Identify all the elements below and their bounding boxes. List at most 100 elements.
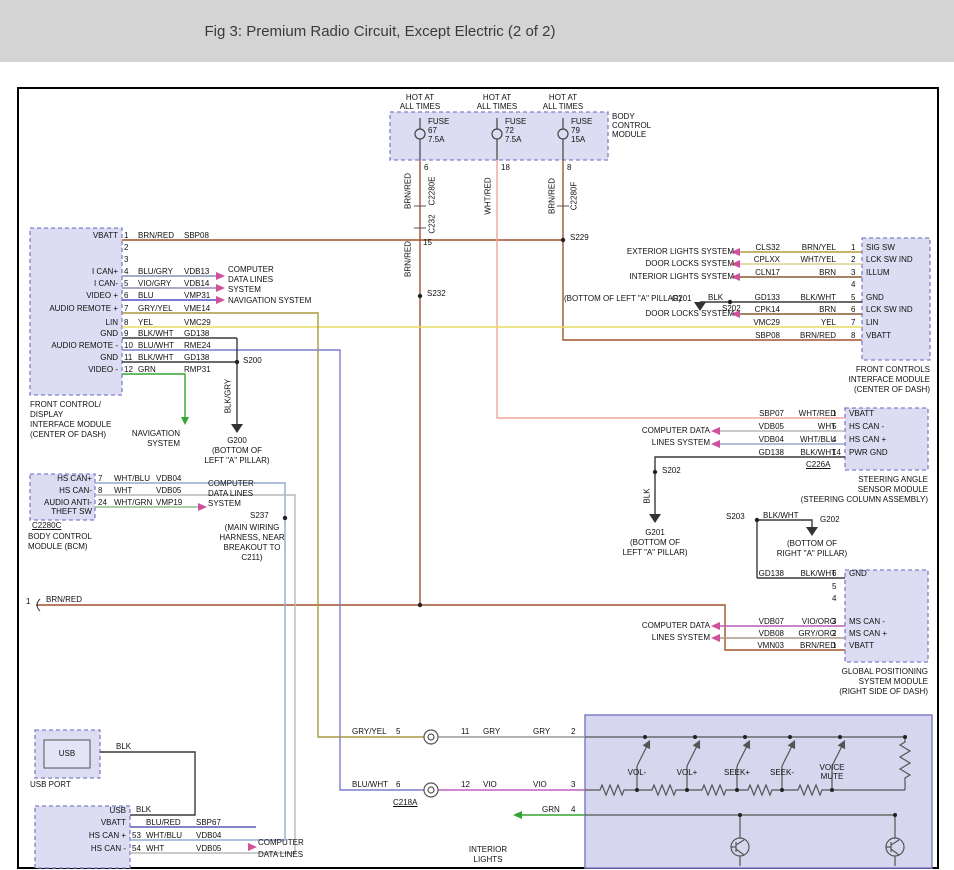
pin-number: 5	[396, 727, 400, 736]
module-caption: GLOBAL POSITIONING	[770, 667, 928, 676]
fuse-rating: 15A	[571, 135, 585, 144]
hot-label: HOT AT	[472, 93, 522, 102]
system-label: COMPUTER DATA	[600, 426, 710, 435]
hot-label: ALL TIMES	[472, 102, 522, 111]
module-caption: SENSOR MODULE	[770, 485, 928, 494]
fuse-number: 67	[428, 126, 437, 135]
splice-label: S202	[722, 304, 741, 313]
system-label: DATA LINES	[228, 275, 273, 284]
wire-color: BRN/RED	[46, 595, 82, 604]
module-caption: STEERING ANGLE	[770, 475, 928, 484]
bcm-pin-label: THEFT SW	[28, 507, 92, 516]
button-label: MUTE	[810, 772, 854, 781]
wire-color: GRN	[542, 805, 560, 814]
module-caption: MODULE (BCM)	[28, 542, 88, 551]
hot-label: HOT AT	[395, 93, 445, 102]
system-label: LIGHTS	[458, 855, 518, 864]
fuse-label: FUSE	[571, 117, 592, 126]
media-hub-box	[35, 806, 130, 868]
ground-location: LEFT "A" PILLAR)	[607, 548, 703, 557]
system-label: DATA LINES	[258, 850, 303, 859]
front-controls-module-box	[862, 238, 930, 360]
pin-number: 18	[501, 163, 510, 172]
ground-location: (BOTTOM OF	[189, 446, 285, 455]
connector-id: C2280E	[428, 177, 437, 206]
fuse-rating: 7.5A	[505, 135, 521, 144]
system-label: COMPUTER	[208, 479, 254, 488]
system-label: SYSTEM	[228, 285, 261, 294]
ground-location: RIGHT "A" PILLAR)	[764, 549, 860, 558]
system-label: EXTERIOR LIGHTS SYSTEM	[600, 247, 734, 256]
wire-color: WHT/RED	[484, 177, 493, 214]
module-caption: (RIGHT SIDE OF DASH)	[770, 687, 928, 696]
pin-number: 6	[424, 163, 428, 172]
module-caption: BODY CONTROL	[28, 532, 92, 541]
system-label: INTERIOR LIGHTS SYSTEM	[600, 272, 734, 281]
system-label: NAVIGATION SYSTEM	[228, 296, 311, 305]
fuse-label: FUSE	[505, 117, 526, 126]
connector-id: C226A	[806, 460, 830, 469]
system-label: DOOR LOCKS SYSTEM	[600, 259, 734, 268]
wire-color: BLK	[643, 488, 652, 503]
pin-number: 12	[461, 780, 470, 789]
button-label: VOL+	[665, 768, 709, 777]
splice-description: BREAKOUT TO	[206, 543, 298, 552]
pin-number: 15	[423, 238, 432, 247]
module-caption: FRONT CONTROL/	[30, 400, 101, 409]
ground-location: (BOTTOM OF LEFT "A" PILLAR)	[564, 294, 668, 303]
pin-number: 3	[571, 780, 575, 789]
pin-number: 2	[571, 727, 575, 736]
wire-color: BLK/WHT	[763, 511, 799, 520]
wire-color: BRN/RED	[404, 173, 413, 209]
wire-color: VIO	[483, 780, 497, 789]
module-caption: (CENTER OF DASH)	[30, 430, 106, 439]
offpage-pin: 1	[26, 597, 30, 606]
module-caption: INTERFACE MODULE	[798, 375, 930, 384]
fuse-number: 72	[505, 126, 514, 135]
splice-description: C211)	[206, 553, 298, 562]
system-label: SYSTEM	[208, 499, 241, 508]
hot-label: ALL TIMES	[538, 102, 588, 111]
module-caption: DISPLAY	[30, 410, 63, 419]
system-label: COMPUTER	[258, 838, 304, 847]
splice-label: S229	[570, 233, 589, 242]
button-label: SEEK+	[715, 768, 759, 777]
splice-label: S203	[726, 512, 745, 521]
system-label: SYSTEM	[116, 439, 180, 448]
ground-location: (BOTTOM OF	[764, 539, 860, 548]
wire-color: GRY	[483, 727, 500, 736]
module-caption: BODY	[612, 112, 635, 121]
wire-color: GRY/YEL	[352, 727, 387, 736]
wire-color: BLK	[136, 805, 151, 814]
wire-color: GRY	[533, 727, 550, 736]
ground-location: (BOTTOM OF	[607, 538, 703, 547]
module-caption: FRONT CONTROLS	[798, 365, 930, 374]
fuse-label: FUSE	[428, 117, 449, 126]
module-caption: SYSTEM MODULE	[770, 677, 928, 686]
wire-color: BLK	[708, 293, 723, 302]
pin-number: 8	[567, 163, 571, 172]
fuse-number: 79	[571, 126, 580, 135]
hot-label: ALL TIMES	[395, 102, 445, 111]
ground-label: G201	[672, 294, 692, 303]
wire-color: BRN/RED	[548, 178, 557, 214]
pin-number: 11	[461, 727, 469, 736]
ground-label: G200	[189, 436, 285, 445]
splice-label: S202	[662, 466, 681, 475]
system-label: DATA LINES	[208, 489, 253, 498]
button-label: VOL-	[615, 768, 659, 777]
splice-label: S237	[250, 511, 269, 520]
system-label: LINES SYSTEM	[600, 438, 710, 447]
wire-color: BRN/RED	[404, 241, 413, 277]
front-control-display-module-box	[30, 228, 122, 395]
module-caption: INTERFACE MODULE	[30, 420, 111, 429]
module-caption: USB PORT	[30, 780, 71, 789]
pin-number: 4	[571, 805, 575, 814]
module-caption: (CENTER OF DASH)	[798, 385, 930, 394]
wire-color: BLU/WHT	[352, 780, 388, 789]
splice-label: S200	[243, 356, 262, 365]
wiring-diagram-page: Fig 3: Premium Radio Circuit, Except Ele…	[0, 0, 954, 870]
steering-angle-sensor-box	[845, 408, 928, 470]
fuse-rating: 7.5A	[428, 135, 444, 144]
system-label: COMPUTER DATA	[600, 621, 710, 630]
